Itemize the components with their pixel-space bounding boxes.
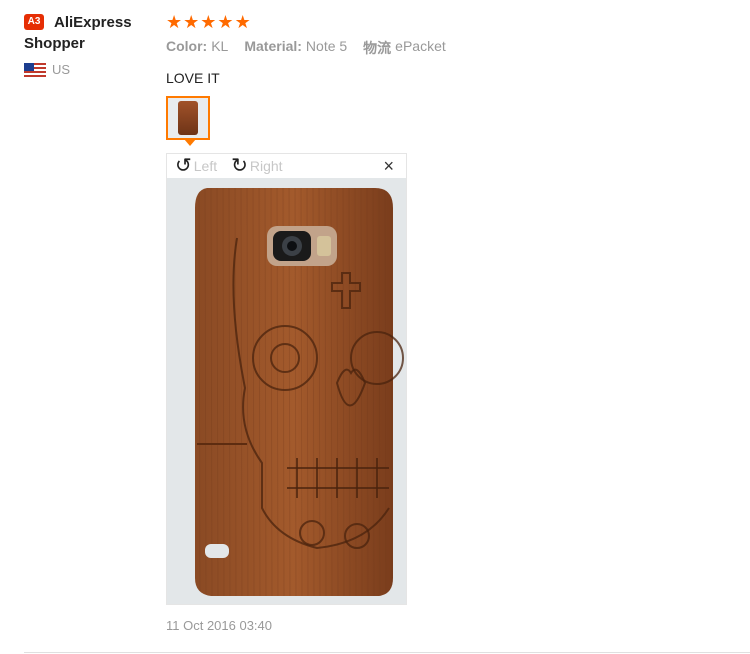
reviewer-country: US <box>24 62 154 77</box>
star-icon: ★ <box>166 12 183 32</box>
attr-value-material: Note 5 <box>305 38 348 54</box>
thumbnail-image <box>178 101 198 135</box>
review-photo <box>167 178 406 604</box>
attr-value-shipping: ePacket <box>395 38 446 54</box>
reviewer-info: A3 AliExpress Shopper US <box>24 12 154 77</box>
us-flag-icon <box>24 62 46 77</box>
attr-key-shipping: 物流 <box>363 40 392 56</box>
phone-case-photo <box>167 178 406 604</box>
rotate-left-icon: ↺ <box>175 155 192 177</box>
photo-viewer-toolbar: ↺ Left ↻ Right × <box>167 154 406 178</box>
order-attributes: Color: KL Material: Note 5 物流 ePacket <box>166 38 726 58</box>
attr-key-color: Color: <box>166 38 208 54</box>
rotate-right-icon: ↻ <box>231 155 248 177</box>
close-icon[interactable]: × <box>383 156 394 177</box>
star-rating: ★ ★ ★ ★ ★ <box>166 12 726 32</box>
rotate-right-label: Right <box>249 158 283 174</box>
attr-key-material: Material: <box>244 38 302 54</box>
level-badge: A3 <box>24 14 44 30</box>
review-date: 11 Oct 2016 03:40 <box>166 618 273 633</box>
star-icon: ★ <box>183 12 200 32</box>
reviewer-name: AliExpress <box>54 14 132 31</box>
attr-value-color: KL <box>211 38 229 54</box>
thumbnail-pointer-icon <box>184 139 196 146</box>
rotate-left-button[interactable]: ↺ Left <box>175 156 217 176</box>
country-label: US <box>52 62 71 77</box>
review-text: LOVE IT <box>166 70 220 86</box>
rotate-right-button[interactable]: ↻ Right <box>231 156 282 176</box>
star-icon: ★ <box>234 12 251 32</box>
review-photo-thumbnail[interactable] <box>166 96 210 146</box>
star-icon: ★ <box>217 12 234 32</box>
star-icon: ★ <box>200 12 217 32</box>
reviewer-name-row: A3 AliExpress <box>24 12 154 33</box>
reviewer-name-line2: Shopper <box>24 35 85 52</box>
photo-viewer: ↺ Left ↻ Right × <box>166 153 407 605</box>
review-divider <box>24 652 750 653</box>
rotate-left-label: Left <box>193 158 218 174</box>
review-body: ★ ★ ★ ★ ★ Color: KL Material: Note 5 物流 … <box>166 12 726 633</box>
